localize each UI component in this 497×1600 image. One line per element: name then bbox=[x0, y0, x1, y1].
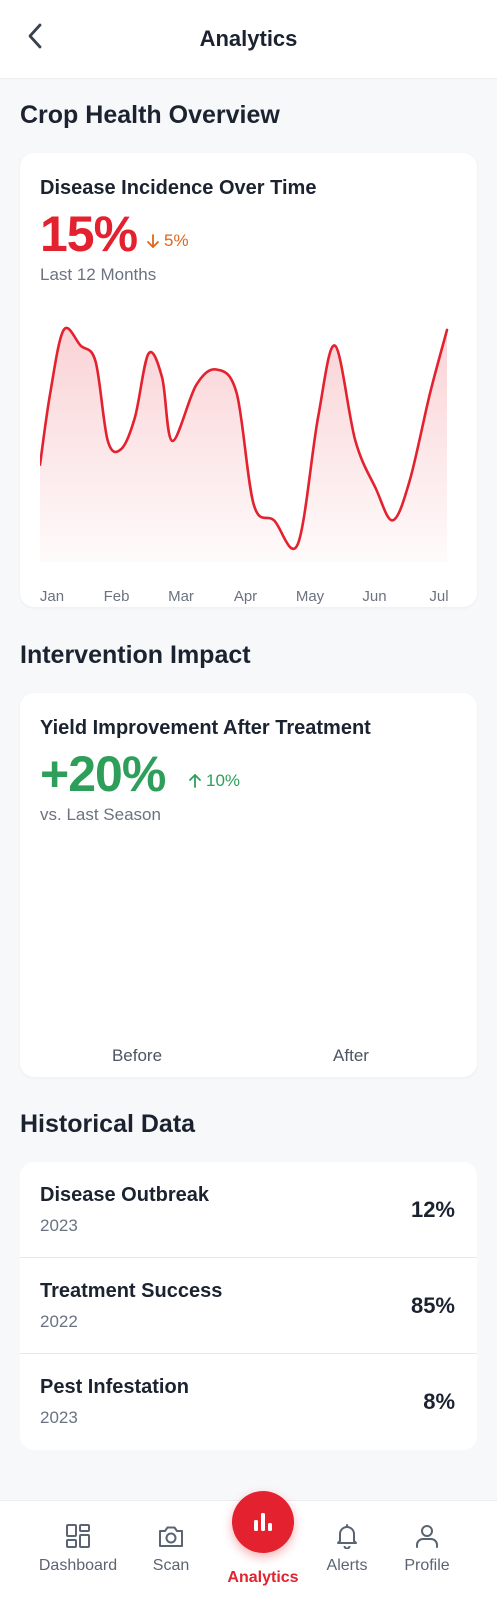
delta-badge-up: 10% bbox=[188, 771, 240, 791]
nav-item-analytics[interactable] bbox=[232, 1491, 294, 1553]
user-icon bbox=[416, 1525, 438, 1548]
delta-value: 5% bbox=[164, 231, 189, 250]
card-title: Yield Improvement After Treatment bbox=[40, 717, 371, 739]
x-axis-tick-label: Mar bbox=[168, 588, 194, 605]
nav-label: Profile bbox=[404, 1557, 450, 1574]
x-axis-tick-label: Apr bbox=[233, 588, 258, 605]
section-title-intervention: Intervention Impact bbox=[20, 641, 251, 669]
delta-badge-down: 5% bbox=[146, 231, 189, 251]
bar-label-before: Before bbox=[111, 1046, 163, 1065]
list-item-year: 2022 bbox=[40, 1312, 78, 1331]
app-header: Analytics bbox=[0, 0, 497, 79]
yield-improvement-card: Yield Improvement After Treatment +20% 1… bbox=[20, 693, 477, 1077]
disease-incidence-chart bbox=[40, 326, 449, 562]
disease-incidence-value: 15% bbox=[40, 206, 138, 262]
bar-chart-icon bbox=[254, 1513, 272, 1531]
list-item-disease-outbreak[interactable]: Disease Outbreak 2023 12% bbox=[20, 1162, 477, 1258]
section-title-historical: Historical Data bbox=[20, 1110, 196, 1138]
period-label: Last 12 Months bbox=[40, 265, 157, 284]
camera-icon bbox=[159, 1526, 183, 1547]
nav-label: Dashboard bbox=[38, 1557, 118, 1574]
x-axis-tick-label: Jun bbox=[362, 588, 387, 605]
nav-item-scan[interactable]: Scan bbox=[126, 1501, 216, 1600]
list-item-value: 85% bbox=[410, 1293, 455, 1318]
nav-item-profile[interactable]: Profile bbox=[382, 1501, 472, 1600]
arrow-down-icon bbox=[147, 234, 159, 248]
nav-label: Scan bbox=[152, 1557, 190, 1574]
list-item-value: 12% bbox=[410, 1197, 455, 1222]
nav-label-active: Analytics bbox=[227, 1569, 299, 1586]
list-item-treatment-success[interactable]: Treatment Success 2022 85% bbox=[20, 1258, 477, 1354]
bell-icon bbox=[337, 1524, 357, 1549]
page-title: Analytics bbox=[199, 26, 298, 51]
x-axis-tick-label: Feb bbox=[103, 588, 130, 605]
nav-item-alerts[interactable]: Alerts bbox=[302, 1501, 392, 1600]
list-item-pest-infestation[interactable]: Pest Infestation 2023 8% bbox=[20, 1354, 477, 1450]
card-title: Disease Incidence Over Time bbox=[40, 177, 317, 199]
dashboard-icon bbox=[66, 1524, 90, 1548]
list-item-value: 8% bbox=[423, 1389, 455, 1414]
delta-value: 10% bbox=[206, 771, 241, 790]
nav-label: Alerts bbox=[326, 1557, 368, 1574]
x-axis-tick-label: May bbox=[295, 588, 325, 605]
x-axis-tick-label: Jan bbox=[39, 588, 65, 605]
nav-item-dashboard[interactable]: Dashboard bbox=[33, 1501, 123, 1600]
comparison-label: vs. Last Season bbox=[40, 805, 161, 824]
list-item-year: 2023 bbox=[40, 1216, 78, 1235]
x-axis-tick-label: Jul bbox=[429, 588, 449, 605]
arrow-up-icon bbox=[189, 774, 201, 788]
list-item-name: Pest Infestation bbox=[40, 1376, 189, 1398]
list-item-name: Disease Outbreak bbox=[40, 1184, 209, 1206]
list-item-name: Treatment Success bbox=[40, 1280, 223, 1302]
list-item-year: 2023 bbox=[40, 1408, 78, 1427]
yield-improvement-value: +20% bbox=[40, 746, 166, 802]
bar-label-after: After bbox=[333, 1046, 369, 1065]
section-title-crop-health: Crop Health Overview bbox=[20, 101, 280, 129]
